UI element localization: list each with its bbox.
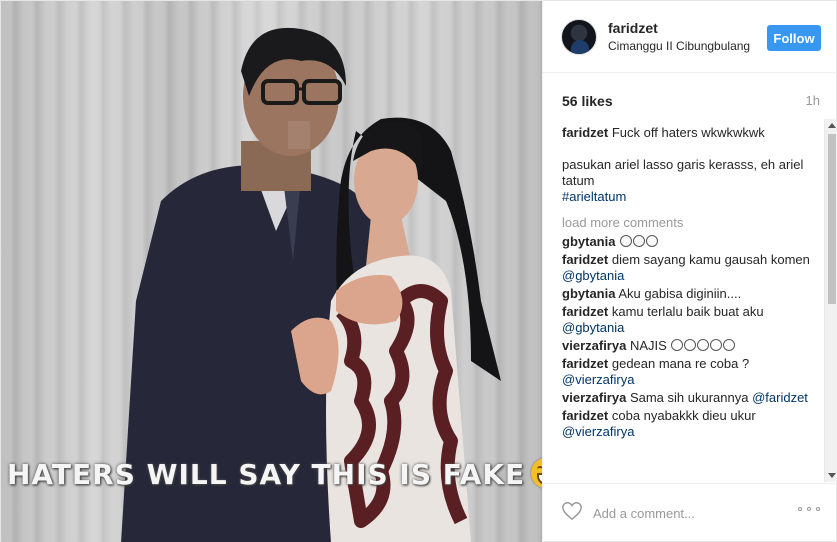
- post-photo[interactable]: HATERS WILL SAY THIS IS FAKE: [1, 1, 542, 542]
- load-more-comments-button[interactable]: load more comments: [562, 215, 824, 231]
- comment-emoji-group: [670, 338, 736, 353]
- comment-username[interactable]: faridzet: [562, 252, 608, 267]
- sad-face-emoji-icon: [646, 235, 659, 247]
- post-time[interactable]: 1h: [806, 93, 820, 108]
- comment-username[interactable]: faridzet: [562, 125, 608, 140]
- comment-text: NAJIS: [629, 338, 671, 353]
- comment-text: Aku gabisa diginiin....: [618, 286, 742, 301]
- sad-face-emoji-icon: [620, 235, 633, 247]
- comment-text: kamu terlalu baik buat aku: [611, 304, 764, 319]
- heart-icon[interactable]: [561, 500, 583, 522]
- list-item: gbytania Aku gabisa diginiin....: [562, 286, 824, 302]
- comment-input[interactable]: [593, 502, 783, 524]
- instagram-post: HATERS WILL SAY THIS IS FAKE faridzet Ci…: [0, 0, 837, 542]
- sad-face-emoji-icon: [633, 235, 646, 247]
- comments-scrollbar[interactable]: [824, 119, 837, 482]
- mention-link[interactable]: @vierzafirya: [562, 372, 634, 387]
- comment-username[interactable]: vierzafirya: [562, 390, 626, 405]
- mention-link[interactable]: @gbytania: [562, 268, 624, 283]
- list-item: vierzafirya Sama sih ukurannya @faridzet: [562, 390, 824, 406]
- mention-link[interactable]: @faridzet: [752, 390, 808, 405]
- list-item: faridzet gedean mana re coba ? @vierzafi…: [562, 356, 824, 388]
- username-link[interactable]: faridzet: [608, 20, 658, 36]
- scroll-up-arrow-icon[interactable]: [828, 123, 836, 128]
- follow-button[interactable]: Follow: [767, 25, 821, 51]
- list-item: faridzet kamu terlalu baik buat aku @gby…: [562, 304, 824, 336]
- scroll-down-arrow-icon[interactable]: [828, 473, 836, 478]
- list-item: faridzet coba nyabakkk dieu ukur @vierza…: [562, 408, 824, 440]
- likes-count[interactable]: 56 likes: [562, 93, 613, 109]
- caption-continued: pasukan ariel lasso garis kerasss, eh ar…: [562, 157, 824, 205]
- comment-username[interactable]: gbytania: [562, 234, 615, 249]
- list-item: gbytania: [562, 234, 824, 250]
- avatar[interactable]: [561, 19, 597, 55]
- list-item: vierzafirya NAJIS: [562, 338, 824, 354]
- mention-link[interactable]: @vierzafirya: [562, 424, 634, 439]
- more-options-icon[interactable]: [798, 507, 820, 513]
- caption-text: pasukan ariel lasso garis kerasss, eh ar…: [562, 157, 804, 188]
- list-item: faridzet diem sayang kamu gausah komen @…: [562, 252, 824, 284]
- comment-text: gedean mana re coba ?: [611, 356, 750, 371]
- laughing-emoji-icon: [710, 339, 723, 351]
- comment-username[interactable]: vierzafirya: [562, 338, 626, 353]
- comments-list: faridzet Fuck off haters wkwkwkwk pasuka…: [562, 125, 824, 483]
- comment-text: diem sayang kamu gausah komen: [611, 252, 810, 267]
- scroll-thumb[interactable]: [828, 134, 836, 304]
- comment-username[interactable]: faridzet: [562, 408, 608, 423]
- location-link[interactable]: Cimanggu II Cibungbulang: [608, 39, 763, 53]
- caption-text: Fuck off haters wkwkwkwk: [611, 125, 765, 140]
- hashtag-link[interactable]: #arieltatum: [562, 189, 626, 204]
- comment-username[interactable]: gbytania: [562, 286, 615, 301]
- laughing-emoji-icon: [723, 339, 736, 351]
- comment-username[interactable]: faridzet: [562, 304, 608, 319]
- caption: faridzet Fuck off haters wkwkwkwk: [562, 125, 824, 141]
- post-header: faridzet Cimanggu II Cibungbulang Follow: [543, 1, 837, 73]
- comment-text: Sama sih ukurannya: [629, 390, 753, 405]
- laughing-emoji-icon: [697, 339, 710, 351]
- laughing-emoji-icon: [684, 339, 697, 351]
- post-sidebar: faridzet Cimanggu II Cibungbulang Follow…: [542, 1, 837, 542]
- add-comment-bar: [543, 483, 837, 542]
- laughing-emoji-icon: [671, 339, 684, 351]
- comment-text: coba nyabakkk dieu ukur: [611, 408, 756, 423]
- mention-link[interactable]: @gbytania: [562, 320, 624, 335]
- laughing-emoji-icon: [531, 458, 542, 488]
- comment-emoji-group: [619, 234, 659, 249]
- photo-overlay-text: HATERS WILL SAY THIS IS FAKE: [7, 458, 542, 491]
- comment-username[interactable]: faridzet: [562, 356, 608, 371]
